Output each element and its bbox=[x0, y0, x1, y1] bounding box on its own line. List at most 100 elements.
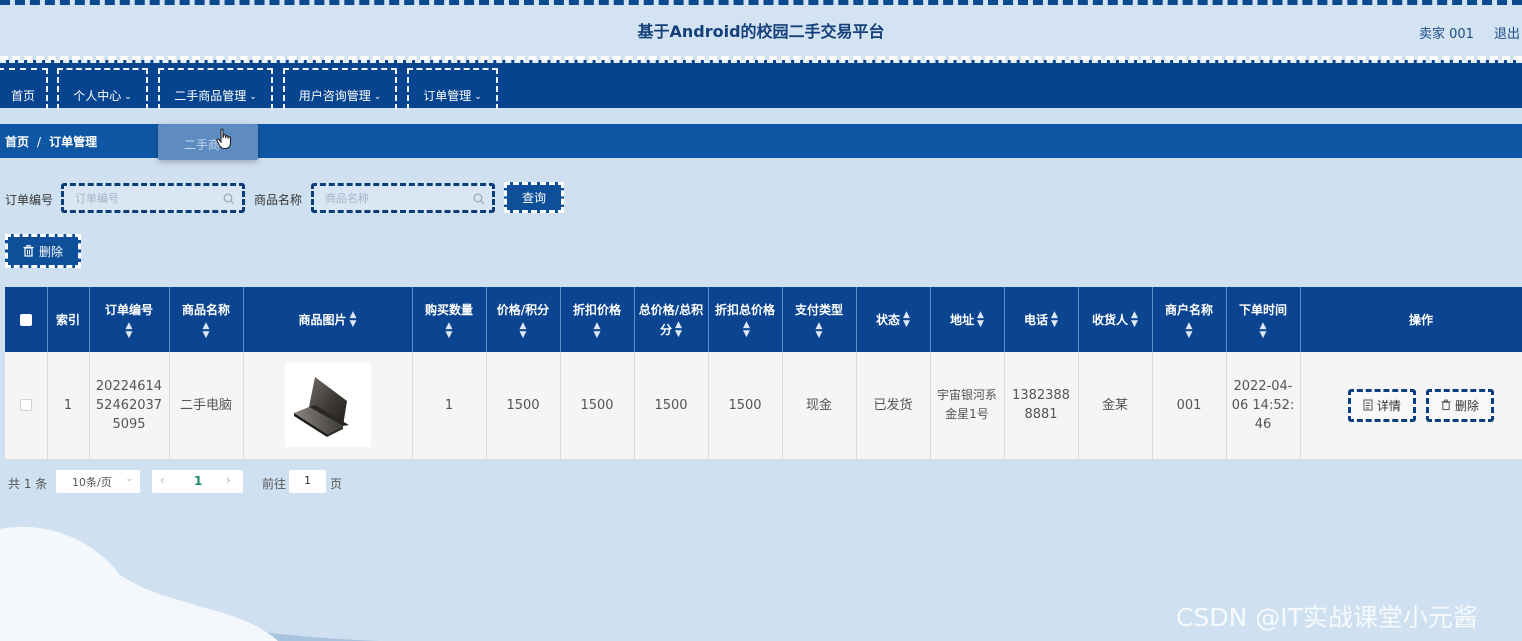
sort-icon[interactable]: ▲ ▼ bbox=[786, 321, 853, 340]
logout-link[interactable]: 退出 bbox=[1494, 23, 1520, 42]
col-merchant-label: 商户名称 bbox=[1164, 302, 1213, 317]
sort-icon[interactable]: ▲ ▼ bbox=[1051, 311, 1058, 329]
col-product-name[interactable]: 商品名称 ▲ ▼ bbox=[169, 287, 244, 352]
nav-home[interactable]: 首页 bbox=[0, 68, 48, 110]
sort-icon[interactable]: ▲ ▼ bbox=[416, 321, 483, 340]
select-all-header[interactable] bbox=[5, 287, 48, 352]
cell-product-name: 二手电脑 bbox=[169, 352, 244, 460]
col-receiver-label: 收货人 bbox=[1092, 312, 1129, 327]
goto-page-input[interactable]: 1 bbox=[289, 470, 326, 493]
sort-icon[interactable]: ▲ ▼ bbox=[675, 321, 682, 339]
col-discount-price[interactable]: 折扣价格 ▲ ▼ bbox=[560, 287, 635, 352]
site-title: 基于Android的校园二手交易平台 bbox=[637, 22, 885, 41]
cell-pay-type: 现金 bbox=[782, 352, 857, 460]
detail-button-label: 详情 bbox=[1376, 398, 1401, 413]
cell-order-time: 2022-04-06 14:52:46 bbox=[1226, 352, 1301, 460]
col-quantity-label: 购买数量 bbox=[424, 302, 473, 317]
col-actions: 操作 bbox=[1300, 287, 1522, 352]
breadcrumb-current: 订单管理 bbox=[49, 135, 98, 149]
cell-total-price: 1500 bbox=[634, 352, 709, 460]
table-row: 1 20224614524620375095 二手电脑 1 1500 1500 … bbox=[5, 352, 1522, 460]
sort-icon[interactable]: ▲ ▼ bbox=[977, 311, 984, 329]
col-address[interactable]: 地址 ▲ ▼ bbox=[930, 287, 1005, 352]
sort-icon[interactable]: ▲ ▼ bbox=[1156, 321, 1223, 340]
order-no-field-wrap bbox=[61, 183, 245, 213]
col-total-price[interactable]: 总价格/总积分 ▲ ▼ bbox=[634, 287, 709, 352]
chevron-down-icon: ⌄ bbox=[373, 92, 382, 102]
cell-merchant: 001 bbox=[1152, 352, 1227, 460]
col-discount-total-label: 折扣总价格 bbox=[714, 302, 775, 317]
sort-icon[interactable]: ▲ ▼ bbox=[173, 321, 240, 340]
col-order-time[interactable]: 下单时间 ▲ ▼ bbox=[1226, 287, 1301, 352]
product-thumbnail[interactable] bbox=[284, 363, 371, 448]
row-select-cell[interactable] bbox=[5, 352, 48, 460]
order-no-label: 订单编号 bbox=[5, 193, 54, 207]
sort-icon[interactable]: ▲ ▼ bbox=[1131, 311, 1138, 329]
cell-receiver: 金某 bbox=[1078, 352, 1153, 460]
current-user: 卖家 001 bbox=[1419, 27, 1474, 42]
row-delete-button[interactable]: 删除 bbox=[1426, 388, 1495, 422]
nav-personal-center[interactable]: 个人中心 ⌄ bbox=[57, 68, 148, 110]
order-table: 索引 订单编号 ▲ ▼ 商品名称 ▲ ▼ 商品图片 ▲ ▼ 购买数量 ▲ ▼ 价格/积分 ▲ ▼ 折… bbox=[5, 287, 1522, 460]
batch-delete-button[interactable]: 删除 bbox=[5, 234, 81, 268]
nav-product-management[interactable]: 二手商品管理 ⌄ bbox=[158, 68, 273, 110]
cell-product-image bbox=[243, 352, 413, 460]
col-price[interactable]: 价格/积分 ▲ ▼ bbox=[486, 287, 561, 352]
select-all-checkbox[interactable] bbox=[19, 314, 32, 326]
sort-icon[interactable]: ▲ ▼ bbox=[93, 321, 166, 340]
col-product-image[interactable]: 商品图片 ▲ ▼ bbox=[243, 287, 413, 352]
col-pay-type[interactable]: 支付类型 ▲ ▼ bbox=[782, 287, 857, 352]
submenu-popup-label: 二手商 bbox=[184, 138, 221, 152]
col-phone-label: 电话 bbox=[1024, 312, 1049, 327]
prev-page-icon[interactable]: ‹ bbox=[160, 473, 165, 487]
sort-icon[interactable]: ▲ ▼ bbox=[490, 321, 557, 340]
search-icon bbox=[223, 193, 235, 205]
current-page[interactable]: 1 bbox=[194, 474, 202, 488]
cloud-decoration bbox=[0, 526, 380, 641]
nav-personal-center-label: 个人中心 bbox=[73, 89, 122, 103]
order-no-input[interactable] bbox=[64, 186, 242, 210]
col-quantity[interactable]: 购买数量 ▲ ▼ bbox=[412, 287, 487, 352]
sort-icon[interactable]: ▲ ▼ bbox=[564, 321, 631, 340]
nav-order-management-label: 订单管理 bbox=[423, 89, 472, 103]
col-merchant[interactable]: 商户名称 ▲ ▼ bbox=[1152, 287, 1227, 352]
sort-icon[interactable]: ▲ ▼ bbox=[1230, 321, 1297, 340]
cell-price: 1500 bbox=[486, 352, 561, 460]
next-page-icon[interactable]: › bbox=[226, 473, 231, 487]
row-checkbox[interactable] bbox=[19, 399, 32, 412]
detail-button[interactable]: 详情 bbox=[1347, 388, 1416, 422]
main-nav: 首页 个人中心 ⌄ 二手商品管理 ⌄ 用户咨询管理 ⌄ 订单管理 ⌄ bbox=[0, 60, 1522, 110]
pagination-total: 共 1 条 bbox=[8, 477, 48, 491]
chevron-down-icon: ⌄ bbox=[249, 92, 257, 102]
col-order-no[interactable]: 订单编号 ▲ ▼ bbox=[89, 287, 170, 352]
cell-discount-total: 1500 bbox=[708, 352, 783, 460]
goto-suffix: 页 bbox=[330, 477, 343, 491]
nav-consult-management[interactable]: 用户咨询管理 ⌄ bbox=[283, 68, 397, 110]
col-discount-total[interactable]: 折扣总价格 ▲ ▼ bbox=[708, 287, 783, 352]
col-discount-price-label: 折扣价格 bbox=[572, 302, 621, 317]
col-actions-label: 操作 bbox=[1408, 312, 1433, 327]
nav-order-management[interactable]: 订单管理 ⌄ bbox=[407, 68, 498, 110]
chevron-down-icon: ⌄ bbox=[474, 92, 482, 102]
page-size-select[interactable]: 10条/页 ⌄ bbox=[56, 470, 140, 493]
sort-icon[interactable]: ▲ ▼ bbox=[350, 311, 357, 329]
col-index: 索引 bbox=[47, 287, 90, 352]
product-name-input[interactable] bbox=[314, 186, 492, 210]
sort-icon[interactable]: ▲ ▼ bbox=[743, 321, 750, 339]
order-table-wrap: 索引 订单编号 ▲ ▼ 商品名称 ▲ ▼ 商品图片 ▲ ▼ 购买数量 ▲ ▼ 价格/积分 ▲ ▼ 折… bbox=[5, 287, 1522, 460]
col-phone[interactable]: 电话 ▲ ▼ bbox=[1004, 287, 1079, 352]
col-receiver[interactable]: 收货人 ▲ ▼ bbox=[1078, 287, 1153, 352]
sort-icon[interactable]: ▲ ▼ bbox=[903, 311, 910, 329]
col-product-image-label: 商品图片 bbox=[298, 312, 347, 327]
breadcrumb-home[interactable]: 首页 bbox=[5, 135, 29, 149]
batch-delete-label: 删除 bbox=[38, 244, 63, 259]
pager: ‹ 1 › bbox=[152, 470, 243, 493]
row-delete-button-label: 删除 bbox=[1455, 398, 1480, 413]
document-icon bbox=[1363, 399, 1373, 411]
col-status[interactable]: 状态 ▲ ▼ bbox=[856, 287, 931, 352]
query-button[interactable]: 查询 bbox=[504, 182, 564, 213]
cell-order-no: 20224614524620375095 bbox=[89, 352, 170, 460]
col-index-label: 索引 bbox=[55, 312, 80, 327]
cell-quantity: 1 bbox=[412, 352, 487, 460]
submenu-popup[interactable]: 二手商 bbox=[158, 124, 258, 160]
